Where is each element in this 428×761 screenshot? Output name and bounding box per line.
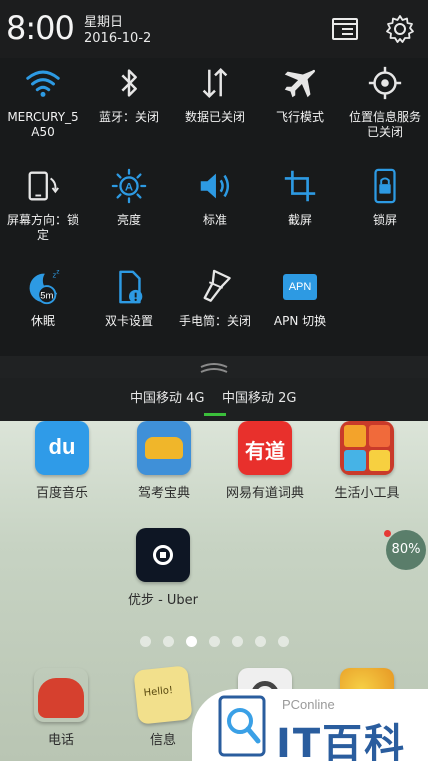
apn-icon: APN [283, 274, 317, 300]
tile-flashlight[interactable]: 手电筒：关闭 [172, 266, 258, 329]
gear-icon [386, 15, 414, 43]
clock: 8:00 [6, 9, 75, 47]
rotation-lock-icon [28, 171, 59, 201]
lock-screen-icon [374, 168, 396, 204]
weekday: 星期日 [84, 15, 124, 30]
carrier-sim2[interactable]: 中国移动 2G [222, 387, 296, 406]
app-label: 百度音乐 [35, 486, 88, 501]
app-driving-test[interactable]: 驾考宝典 [119, 421, 209, 501]
brightness-icon: A [111, 168, 147, 204]
tile-label: 位置信息服务 已关闭 [348, 110, 421, 139]
date: 2016-10-2 [84, 31, 152, 46]
app-uber[interactable]: 优步 - Uber [118, 528, 208, 608]
app-label: 优步 - Uber [127, 593, 199, 608]
youdao-dict-icon: 有道 [238, 421, 292, 475]
watermark: PConline IT百科 [192, 689, 428, 761]
carrier-indicator [204, 413, 226, 416]
app-label: 驾考宝典 [137, 486, 190, 501]
tile-label: 双卡设置 [104, 314, 153, 328]
wifi-icon [26, 70, 60, 97]
app-baidu-music[interactable]: du 百度音乐 [17, 421, 107, 501]
watermark-brand: PConline [282, 697, 335, 712]
tile-label: 休眠 [30, 314, 55, 328]
tile-sound[interactable]: 标准 [172, 165, 258, 228]
settings-button[interactable] [385, 14, 415, 44]
messages-icon: Hello! [133, 665, 193, 725]
tile-label: 蓝牙：关闭 [98, 110, 159, 124]
tile-bluetooth[interactable]: 蓝牙：关闭 [86, 62, 172, 125]
svg-text:z: z [56, 269, 59, 276]
tile-lockscreen[interactable]: 锁屏 [342, 165, 428, 228]
tile-label: 标准 [202, 213, 227, 227]
dock-phone[interactable]: 电话 [16, 668, 106, 748]
tile-label: 屏幕方向：锁 定 [6, 213, 79, 242]
list-icon [332, 18, 358, 40]
bluetooth-icon [121, 69, 137, 97]
page-dot-current[interactable] [185, 636, 197, 647]
tile-dual-sim[interactable]: 双卡设置 [86, 266, 172, 329]
tile-label: 飞行模式 [275, 110, 324, 124]
magnifier-logo-icon [218, 695, 266, 757]
app-label: 电话 [47, 733, 74, 748]
airplane-icon [284, 69, 316, 98]
tile-label: 手电筒：关闭 [178, 314, 251, 328]
dual-sim-icon [119, 270, 143, 304]
uber-icon [136, 528, 190, 582]
page-dot[interactable] [277, 636, 289, 647]
tile-airplane[interactable]: 飞行模式 [257, 62, 343, 125]
tile-screenshot[interactable]: 截屏 [257, 165, 343, 228]
page-dot[interactable] [231, 636, 243, 647]
life-tools-icon [340, 421, 394, 475]
carrier-sim1[interactable]: 中国移动 4G [130, 387, 204, 406]
tile-label: 锁屏 [372, 213, 397, 227]
crop-icon [284, 170, 316, 202]
page-dot[interactable] [162, 636, 174, 647]
memory-cleaner-badge[interactable]: 80% [386, 530, 426, 570]
sleep-icon: 5m z z [29, 269, 60, 305]
svg-text:A: A [125, 181, 133, 193]
tile-label: MERCURY_5 A50 [7, 110, 79, 139]
baidu-music-icon: du [35, 421, 89, 475]
tile-location[interactable]: 位置信息服务 已关闭 [342, 62, 428, 140]
page-indicator [0, 632, 428, 651]
app-youdao-dict[interactable]: 有道 网易有道词典 [220, 421, 310, 501]
tile-label: 截屏 [287, 213, 312, 227]
tile-label: 亮度 [116, 213, 141, 227]
watermark-text: IT百科 [276, 721, 407, 761]
volume-icon [200, 173, 230, 199]
tile-rotation[interactable]: 屏幕方向：锁 定 [0, 165, 86, 243]
flashlight-icon [203, 269, 231, 302]
page-dot[interactable] [139, 636, 151, 647]
shade-header: 8:00 星期日 2016-10-2 [0, 0, 428, 58]
tile-label: 数据已关闭 [184, 110, 245, 124]
notification-manager-button[interactable] [330, 14, 360, 44]
tile-apn[interactable]: APN APN 切换 [257, 266, 343, 329]
tile-label: APN 切换 [273, 314, 327, 328]
location-icon [368, 66, 402, 100]
carrier-row: 中国移动 4G 中国移动 2G [0, 378, 428, 421]
app-label: 生活小工具 [334, 486, 400, 501]
page-dot[interactable] [254, 636, 266, 647]
tile-wifi[interactable]: MERCURY_5 A50 [0, 62, 86, 140]
mobile-data-icon [202, 67, 228, 99]
phone-icon [34, 668, 88, 722]
collapse-handle-icon[interactable] [198, 360, 230, 374]
tile-sleep[interactable]: 5m z z 休眠 [0, 266, 86, 329]
app-label: 网易有道词典 [225, 486, 304, 501]
driving-test-icon [137, 421, 191, 475]
tile-mobile-data[interactable]: 数据已关闭 [172, 62, 258, 125]
app-life-tools[interactable]: 生活小工具 [322, 421, 412, 501]
page-dot[interactable] [208, 636, 220, 647]
tile-brightness[interactable]: A 亮度 [86, 165, 172, 228]
sleep-badge-text: 5m [40, 290, 53, 301]
